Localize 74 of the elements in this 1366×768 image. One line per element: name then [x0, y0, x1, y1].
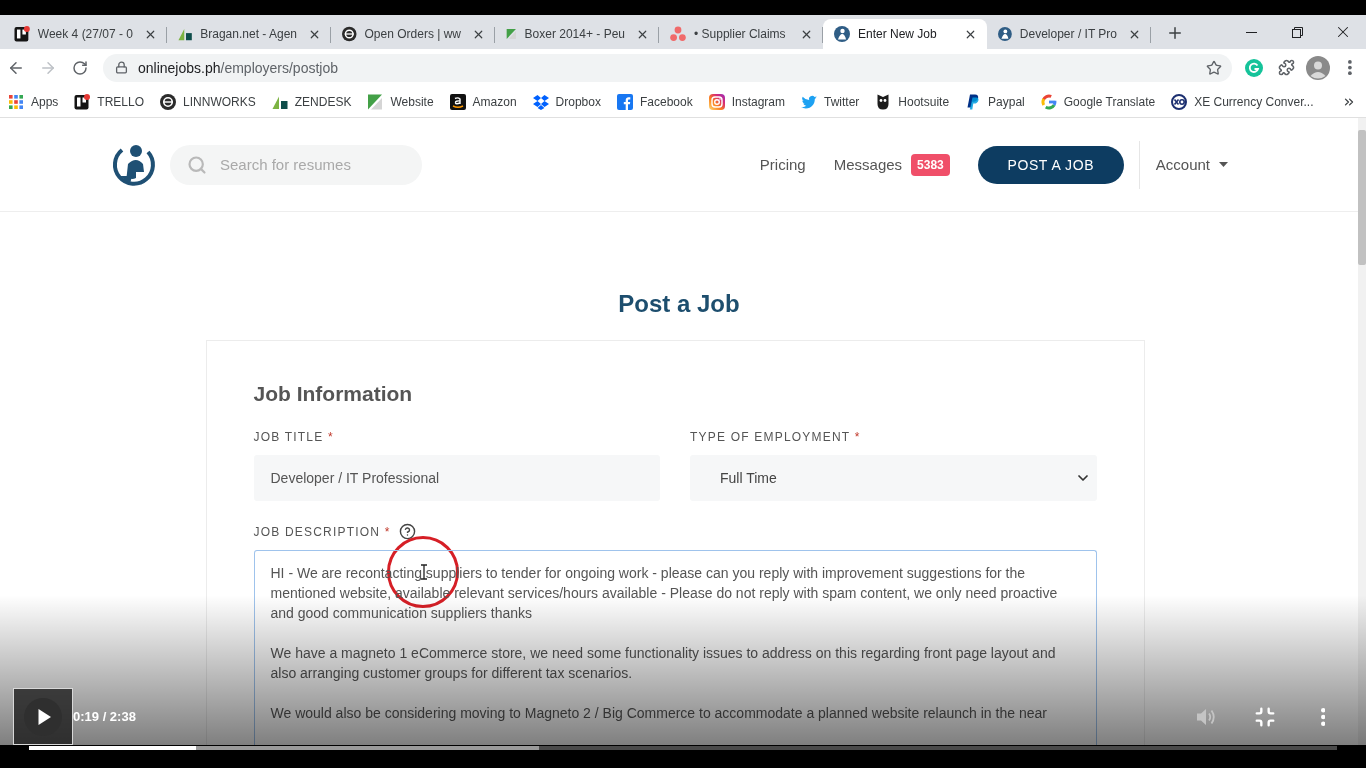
- video-time: 0:19 / 2:38: [73, 709, 136, 724]
- avatar-icon: [1306, 55, 1330, 80]
- bookmark-link[interactable]: Paypal: [960, 88, 1030, 115]
- leaf-logo-icon: [506, 26, 517, 42]
- scrollbar-thumb[interactable]: [1358, 130, 1366, 265]
- trello-logo-icon: [14, 26, 30, 42]
- search-icon: [187, 154, 207, 175]
- nav-link[interactable]: Pricing: [759, 156, 806, 173]
- xe-logo-icon: [1171, 93, 1188, 110]
- instagram-logo-icon: [708, 93, 725, 110]
- bookmark-link[interactable]: XE Currency Conver...: [1166, 88, 1319, 115]
- dropbox-logo-icon: [532, 93, 549, 110]
- bookmark-link[interactable]: ZENDESK: [266, 88, 357, 115]
- browser-tab[interactable]: Boxer 2014+ - Peu: [495, 19, 659, 49]
- bookmark-link[interactable]: TRELLO: [69, 88, 150, 115]
- exit-fullscreen-icon: [1254, 705, 1276, 728]
- browser-tab[interactable]: • Supplier Claims: [659, 19, 823, 49]
- site-logo-icon: [834, 26, 850, 42]
- linnworks-logo-icon: [160, 93, 177, 110]
- facebook-logo-icon: [616, 93, 633, 110]
- star-icon: [1206, 59, 1222, 76]
- bookmark-link[interactable]: Instagram: [703, 88, 790, 115]
- bookmark-link[interactable]: Facebook: [611, 88, 698, 115]
- bookmark-link[interactable]: Hootsuite: [870, 88, 955, 115]
- field-label: JOB DESCRIPTION *: [253, 523, 391, 540]
- restore-icon: [1291, 26, 1303, 38]
- employment-type-select[interactable]: Full Time: [690, 455, 1097, 501]
- linnworks-logo-icon: [342, 26, 357, 42]
- volume-icon: [1197, 707, 1217, 726]
- more-icon: [1320, 707, 1326, 726]
- bookmark-link[interactable]: Dropbox: [527, 88, 606, 115]
- browser-tab[interactable]: Open Orders | ww: [331, 19, 495, 49]
- browser-tab[interactable]: Week 4 (27/07 - 0: [3, 19, 167, 49]
- page-title: Post a Job: [618, 290, 740, 318]
- amazon-logo-icon: [449, 93, 466, 110]
- account-menu-button[interactable]: Account: [1155, 156, 1228, 173]
- field-label: JOB TITLE *: [253, 429, 334, 445]
- reload-icon: [72, 59, 88, 76]
- google-logo-icon: [1040, 93, 1057, 110]
- lock-icon: [115, 61, 128, 74]
- caret-icon: [1219, 162, 1228, 167]
- leaf-logo-icon: [367, 93, 384, 110]
- three-dots-logo-icon: [670, 26, 686, 42]
- help-icon[interactable]: [398, 523, 416, 540]
- video-progress-track[interactable]: [29, 746, 1337, 750]
- more-icon: [1348, 60, 1352, 75]
- plus-icon: [1166, 24, 1184, 42]
- field-label: TYPE OF EMPLOYMENT *: [690, 429, 861, 445]
- browser-tab[interactable]: Enter New Job: [823, 19, 987, 49]
- grammarly-logo-icon: [1245, 58, 1263, 77]
- twitter-logo-icon: [801, 93, 817, 110]
- address-bar[interactable]: onlinejobs.ph/employers/postjob: [103, 53, 1232, 82]
- browser-tab[interactable]: Developer / IT Pro: [987, 19, 1151, 49]
- trello-logo-icon: [74, 93, 91, 110]
- bookmark-link[interactable]: Twitter: [796, 88, 865, 115]
- owl-logo-icon: [875, 93, 892, 110]
- browser-tab[interactable]: Bragan.net - Agen: [167, 19, 331, 49]
- section-title: Job Information: [253, 381, 414, 407]
- bookmark-link[interactable]: Google Translate: [1035, 88, 1161, 115]
- nav-link[interactable]: Messages 5383: [833, 153, 950, 176]
- apps-grid-icon: [8, 93, 24, 110]
- bookmark-link[interactable]: Amazon: [444, 88, 522, 115]
- bookmark-link[interactable]: Apps: [3, 88, 64, 115]
- resume-search-field[interactable]: Search for resumes: [170, 144, 422, 185]
- minimize-icon: [1245, 31, 1257, 33]
- site-logo-icon: [998, 26, 1012, 42]
- bookmark-link[interactable]: LINNWORKS: [155, 88, 261, 115]
- bookmark-link[interactable]: Website: [362, 88, 439, 115]
- play-button[interactable]: [13, 688, 73, 745]
- job-title-field[interactable]: Developer / IT Professional: [253, 455, 660, 501]
- puzzle-icon: [1277, 59, 1295, 76]
- post-job-button[interactable]: POST A JOB: [977, 145, 1124, 184]
- message-count-badge: 5383: [911, 153, 950, 176]
- url-text: onlinejobs.ph/employers/postjob: [138, 59, 339, 76]
